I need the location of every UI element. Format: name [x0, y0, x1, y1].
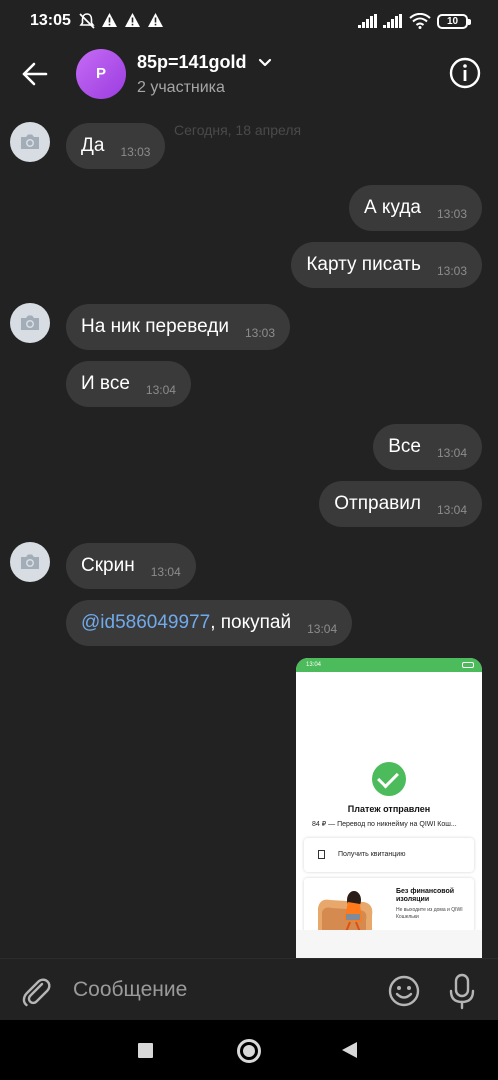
- message-time: 13:04: [150, 565, 181, 579]
- message-bubble[interactable]: На ник переведи 13:03: [66, 304, 291, 350]
- message-bubble[interactable]: Да 13:03: [66, 123, 166, 169]
- message-text: Карту писать: [306, 254, 421, 275]
- sender-avatar[interactable]: [10, 122, 50, 162]
- message-text: @id586049977, покупай: [81, 600, 291, 646]
- status-time: 13:05: [30, 12, 71, 29]
- mute-icon: [79, 13, 95, 29]
- microphone-icon[interactable]: [446, 972, 478, 1010]
- attachment-footer: [296, 930, 482, 958]
- camera-icon: [21, 315, 39, 330]
- message-bubble[interactable]: И все 13:04: [66, 361, 191, 407]
- message-input[interactable]: [64, 969, 364, 1011]
- message-time: 13:04: [145, 383, 176, 397]
- back-arrow-icon[interactable]: [16, 56, 56, 92]
- message-text: Да: [81, 135, 105, 156]
- alert-icon: [148, 13, 163, 27]
- message-text-rest: , покупай: [210, 612, 292, 633]
- message-time: 13:03: [436, 207, 467, 221]
- chat-avatar[interactable]: P: [76, 49, 126, 99]
- message-time: 13:03: [436, 264, 467, 278]
- message-bubble[interactable]: Отправил 13:04: [319, 481, 482, 527]
- payment-title: Платеж отправлен: [347, 804, 431, 814]
- emoji-icon[interactable]: [386, 973, 422, 1009]
- message-bubble[interactable]: Скрин 13:04: [66, 543, 196, 589]
- wifi-icon: [409, 13, 431, 29]
- receipt-card: Получить квитанцию: [304, 838, 474, 872]
- chat-header: P 85p=141gold 2 участника: [0, 42, 498, 106]
- date-separator: Сегодня, 18 апреля: [174, 122, 302, 138]
- message-time: 13:03: [120, 145, 151, 159]
- chat-subtitle: 2 участника: [137, 79, 225, 96]
- success-check-icon: [372, 762, 406, 796]
- system-nav-bar: [0, 1020, 498, 1080]
- message-bubble[interactable]: А куда 13:03: [348, 185, 482, 231]
- chevron-down-icon[interactable]: [258, 58, 272, 68]
- sender-avatar[interactable]: [10, 542, 50, 582]
- info-icon[interactable]: [448, 56, 482, 90]
- promo-card: Без финансовой изоляции Не выходите из д…: [304, 878, 474, 934]
- sender-avatar[interactable]: [10, 303, 50, 343]
- promo-subtitle: Не выходите из дома и QIWI Кошельки: [396, 907, 463, 920]
- receipt-label: Получить квитанцию: [338, 851, 406, 858]
- message-bubble[interactable]: Все 13:04: [373, 424, 482, 470]
- payment-subtitle: 84 ₽ — Перевод по никнейму на QIWI Кош..…: [312, 821, 457, 828]
- attach-icon[interactable]: [18, 973, 54, 1009]
- chat-title[interactable]: 85p=141gold: [137, 52, 247, 73]
- mention-link[interactable]: @id586049977: [81, 612, 210, 633]
- message-text: Скрин: [81, 555, 135, 576]
- camera-icon: [21, 554, 39, 569]
- status-bar: 13:05 10: [0, 0, 498, 42]
- screenshot-attachment[interactable]: 13:04 Платеж отправлен 84 ₽ — Перевод по…: [296, 658, 482, 958]
- signal-icon: [358, 14, 377, 28]
- message-bubble[interactable]: @id586049977, покупай 13:04: [66, 600, 353, 646]
- signal-icon: [383, 14, 402, 28]
- promo-title: Без финансовой изоляции: [396, 888, 455, 903]
- recents-square-icon[interactable]: [138, 1043, 153, 1058]
- attachment-status-bar: 13:04: [296, 658, 482, 672]
- receipt-icon: [318, 850, 325, 859]
- message-text: А куда: [363, 197, 421, 218]
- attachment-body: Платеж отправлен 84 ₽ — Перевод по никне…: [296, 672, 482, 958]
- battery-icon: 10: [437, 14, 471, 29]
- battery-level: 10: [446, 16, 459, 27]
- message-time: 13:04: [307, 622, 338, 636]
- message-text: Отправил: [334, 493, 421, 514]
- message-bubble[interactable]: Карту писать 13:03: [291, 242, 482, 288]
- camera-icon: [21, 134, 39, 149]
- alert-icon: [102, 13, 117, 27]
- message-text: И все: [81, 373, 130, 394]
- promo-illustration: [304, 878, 390, 934]
- message-time: 13:04: [436, 503, 467, 517]
- message-text: На ник переведи: [81, 316, 229, 337]
- message-time: 13:03: [244, 326, 276, 340]
- home-circle-icon[interactable]: [237, 1039, 261, 1063]
- message-text: Все: [388, 436, 421, 457]
- alert-icon: [125, 13, 140, 27]
- attachment-battery-icon: [462, 662, 474, 668]
- back-triangle-icon[interactable]: [342, 1042, 357, 1058]
- message-time: 13:04: [436, 446, 467, 460]
- composer-bar: [0, 958, 498, 1020]
- attachment-status-time: 13:04: [306, 662, 322, 668]
